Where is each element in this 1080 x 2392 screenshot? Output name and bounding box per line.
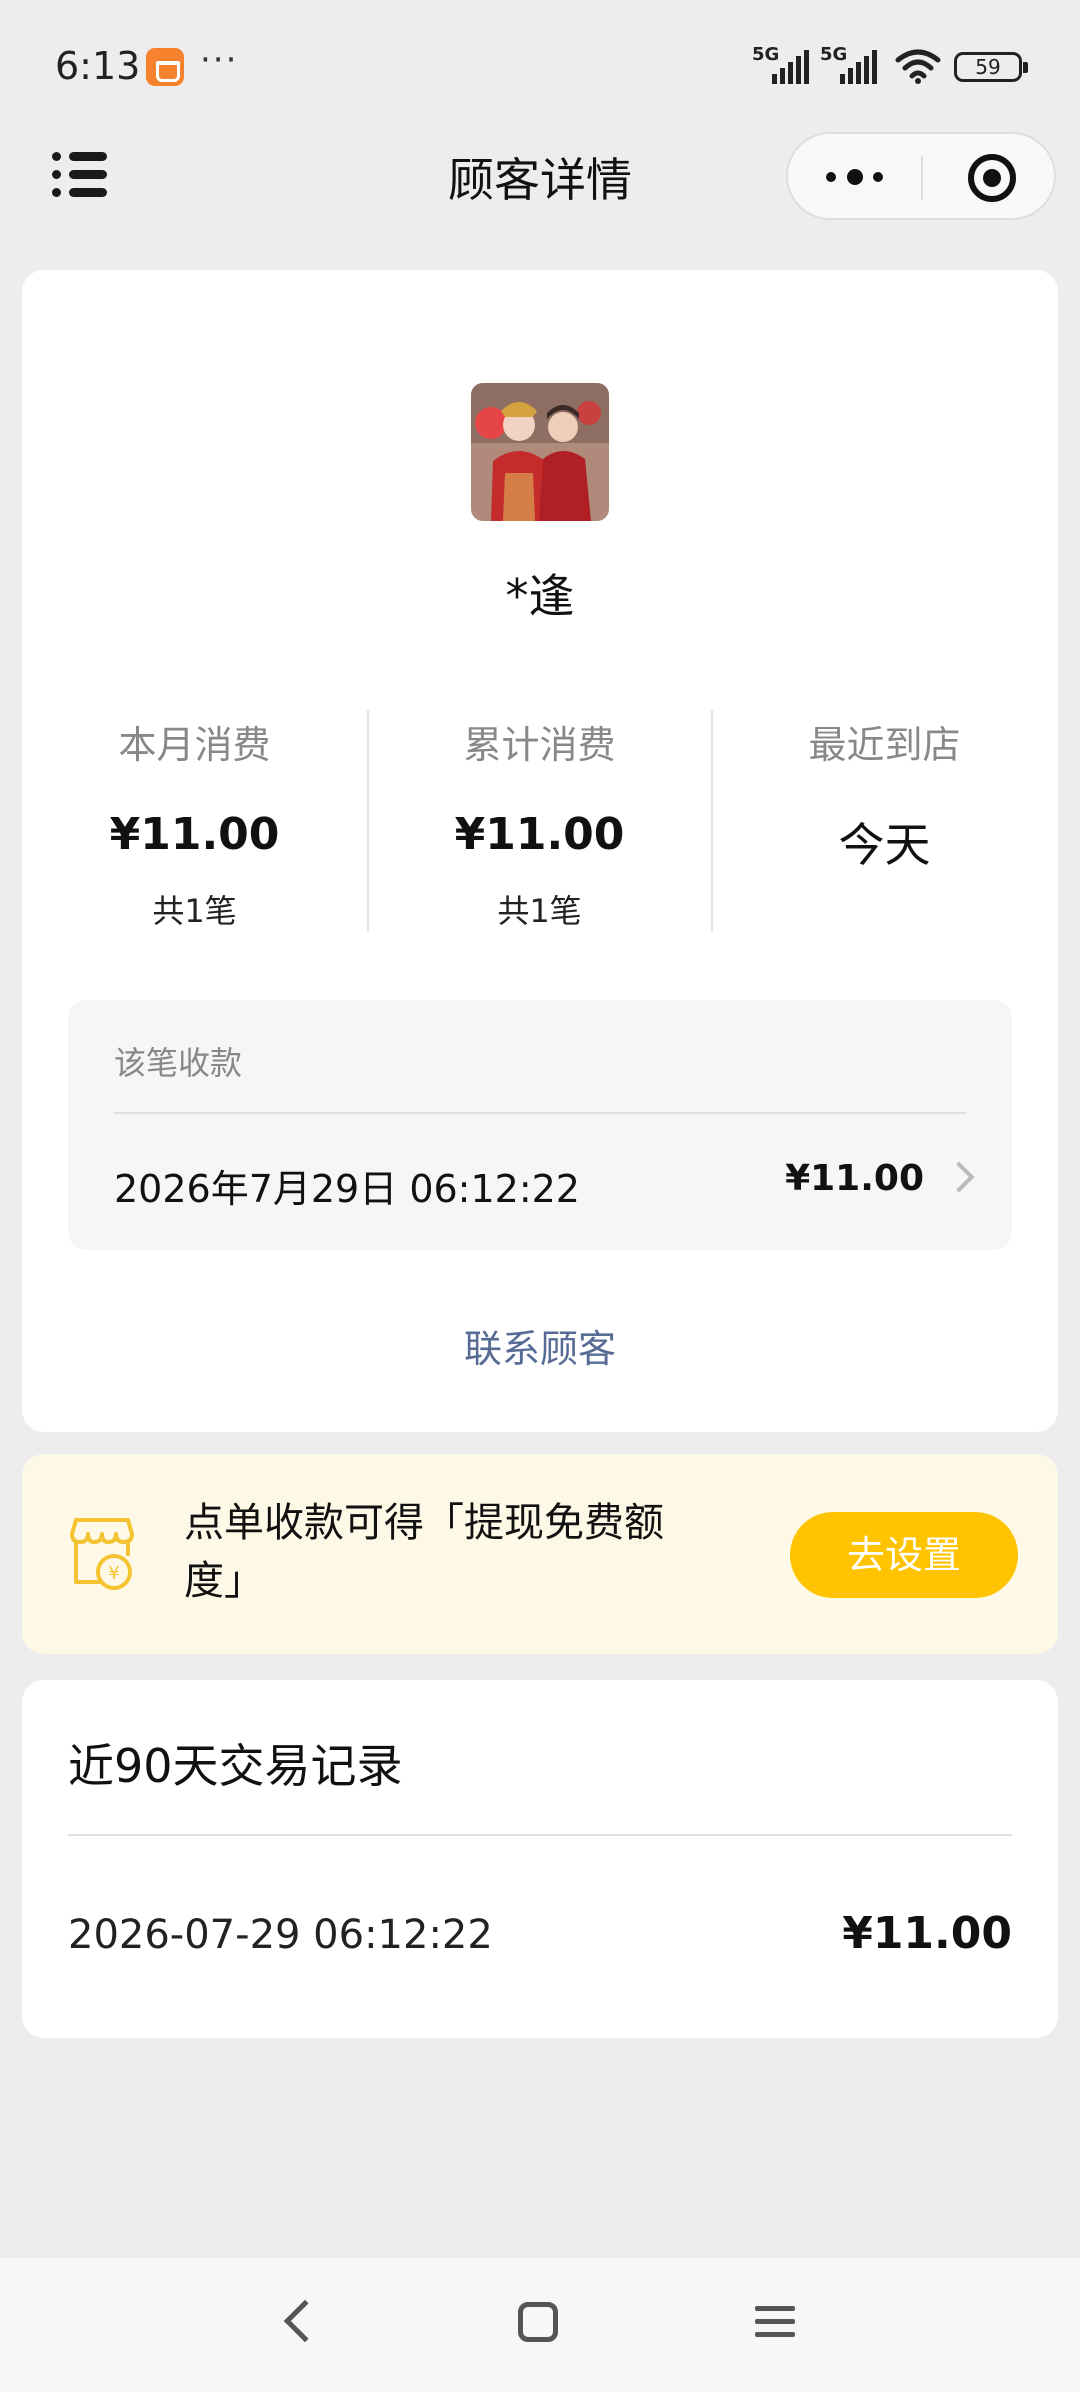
more-notifications-icon: ··· [200,40,239,80]
promo-text: 点单收款可得「提现免费额度」 [184,1500,664,1604]
receipt-label: 该笔收款 [114,1044,243,1082]
stats-divider [711,710,713,932]
more-options-icon[interactable] [826,164,886,192]
stat-recent-value: 今天 [838,818,931,872]
status-bar: 6:13 ··· 5G 5G 59 [0,0,1080,130]
store-coin-icon: ¥ [70,1518,134,1590]
customer-profile-card: *逢 本月消费 ¥11.00 共1笔 累计消费 ¥11.00 共1笔 最近到店 … [22,270,1058,1432]
battery-icon: 59 [954,52,1028,82]
system-navigation-bar [0,2258,1080,2392]
recents-menu-icon[interactable] [755,2302,795,2342]
signal-icon-2: 5G [820,44,884,84]
stat-total: 累计消费 ¥11.00 共1笔 [367,710,712,940]
stat-monthly: 本月消费 ¥11.00 共1笔 [22,710,367,940]
wifi-icon [895,49,941,84]
stat-monthly-count: 共1笔 [152,892,237,930]
close-miniprogram-icon[interactable] [968,154,1016,202]
stat-monthly-value: ¥11.00 [109,809,280,860]
capsule-divider [921,156,923,200]
records-divider [68,1834,1012,1836]
stat-total-value: ¥11.00 [454,809,625,860]
back-icon[interactable] [283,2299,327,2343]
stat-recent: 最近到店 今天 [712,710,1057,940]
signal-icon: 5G [752,44,816,84]
customer-name: *逢 [505,569,575,623]
miniprogram-capsule [786,132,1056,220]
go-settings-button[interactable]: 去设置 [790,1512,1018,1598]
contact-customer-link[interactable]: 联系顾客 [22,1318,1058,1373]
status-time: 6:13 [55,44,141,88]
stat-total-count: 共1笔 [497,892,582,930]
avatar [471,383,609,521]
stats-divider [367,710,369,932]
svg-text:¥: ¥ [108,1563,119,1584]
records-title: 近90天交易记录 [68,1739,403,1793]
shopping-app-icon [146,48,184,86]
page-header: 顾客详情 [0,130,1080,230]
transaction-amount: ¥11.00 [842,1908,1012,1959]
stat-total-label: 累计消费 [463,723,616,767]
stat-monthly-label: 本月消费 [118,723,271,767]
transaction-date: 2026-07-29 06:12:22 [68,1912,493,1958]
receipt-amount: ¥11.00 [785,1158,924,1199]
stat-recent-label: 最近到店 [808,723,961,767]
receipt-divider [114,1112,966,1114]
home-icon[interactable] [518,2302,558,2342]
chevron-right-icon [943,1161,975,1193]
transaction-records-card: 近90天交易记录 2026-07-29 06:12:22 ¥11.00 [22,1680,1058,2038]
stats-row: 本月消费 ¥11.00 共1笔 累计消费 ¥11.00 共1笔 最近到店 今天 [22,710,1058,940]
promo-banner: ¥ 点单收款可得「提现免费额度」 去设置 [22,1454,1058,1654]
receipt-date: 2026年7月29日 06:12:22 [114,1167,580,1211]
receipt-item[interactable]: 该笔收款 2026年7月29日 06:12:22 ¥11.00 [68,1000,1012,1250]
